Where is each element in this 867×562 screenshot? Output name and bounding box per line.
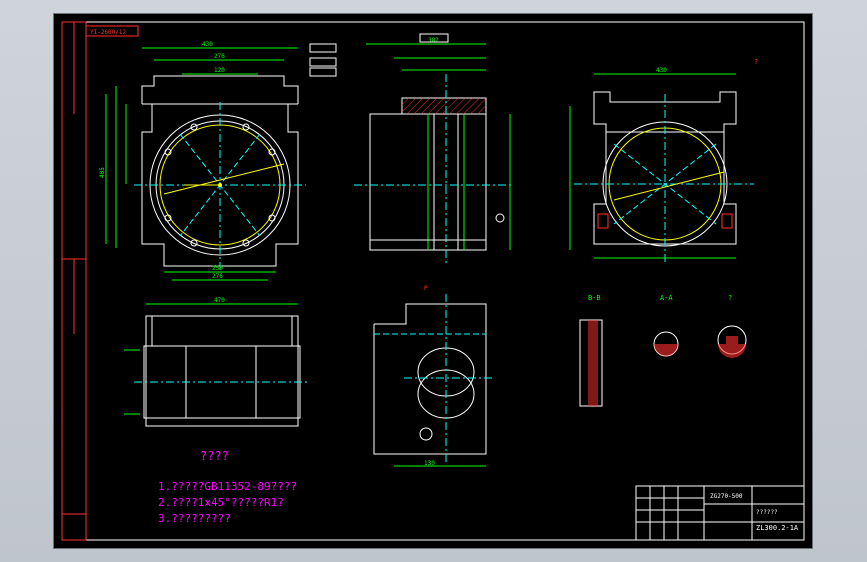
notes-title: ???? (200, 449, 229, 463)
technical-notes: ???? 1.?????GB11352-89???? 2.????1x45°??… (158, 449, 297, 525)
section-details: B-B A-A ? (579, 294, 747, 407)
header-stamp: YI-2600/12 (85, 25, 139, 37)
dim-bottom-small: 250 (212, 265, 223, 272)
dim-top-inner: 276 (214, 53, 225, 60)
section-aa-label: A-A (660, 294, 673, 302)
view-question-label-top: ? (754, 58, 758, 66)
section-bb-label: B-B (588, 294, 601, 302)
notes-line-3: 3.????????? (158, 512, 231, 525)
dim-bottom-wide: 276 (212, 273, 223, 280)
right-view: 430 ? (569, 58, 758, 264)
dim-top-overall: 430 (202, 41, 213, 48)
bottom-middle-view: 130 P (373, 285, 494, 467)
bottom-left-view: 470 (124, 297, 310, 427)
view-arrow-label: P (424, 285, 428, 292)
section-view-question-label: ? (728, 294, 732, 302)
title-block-drawing-no: ZL300.2-1A (756, 524, 799, 532)
header-stamp-text: YI-2600/12 (90, 29, 127, 36)
section-view: 382 (354, 33, 514, 264)
title-block-model: ZG270-500 (710, 493, 743, 500)
left-margin-strip (61, 21, 87, 541)
dim-bore-top: 382 (428, 37, 439, 44)
cad-canvas[interactable]: YI-2600/12 430 276 120 250 276 405 382 4… (54, 14, 812, 548)
notes-line-1: 1.?????GB11352-89???? (158, 480, 297, 493)
viewer-background: YI-2600/12 430 276 120 250 276 405 382 4… (0, 0, 867, 562)
dim-right-top: 430 (656, 67, 667, 74)
dim-bottom-bore: 130 (424, 460, 435, 467)
notes-line-2: 2.????1x45°?????R1? (158, 496, 284, 509)
dim-bottom-len: 470 (214, 297, 225, 304)
drawing-svg: YI-2600/12 430 276 120 250 276 405 382 4… (61, 21, 805, 541)
front-view: 430 276 120 250 276 405 (99, 41, 337, 281)
dim-side-height: 405 (99, 167, 106, 178)
dim-top-small: 120 (214, 67, 225, 74)
title-block-name: ?????? (756, 509, 778, 516)
